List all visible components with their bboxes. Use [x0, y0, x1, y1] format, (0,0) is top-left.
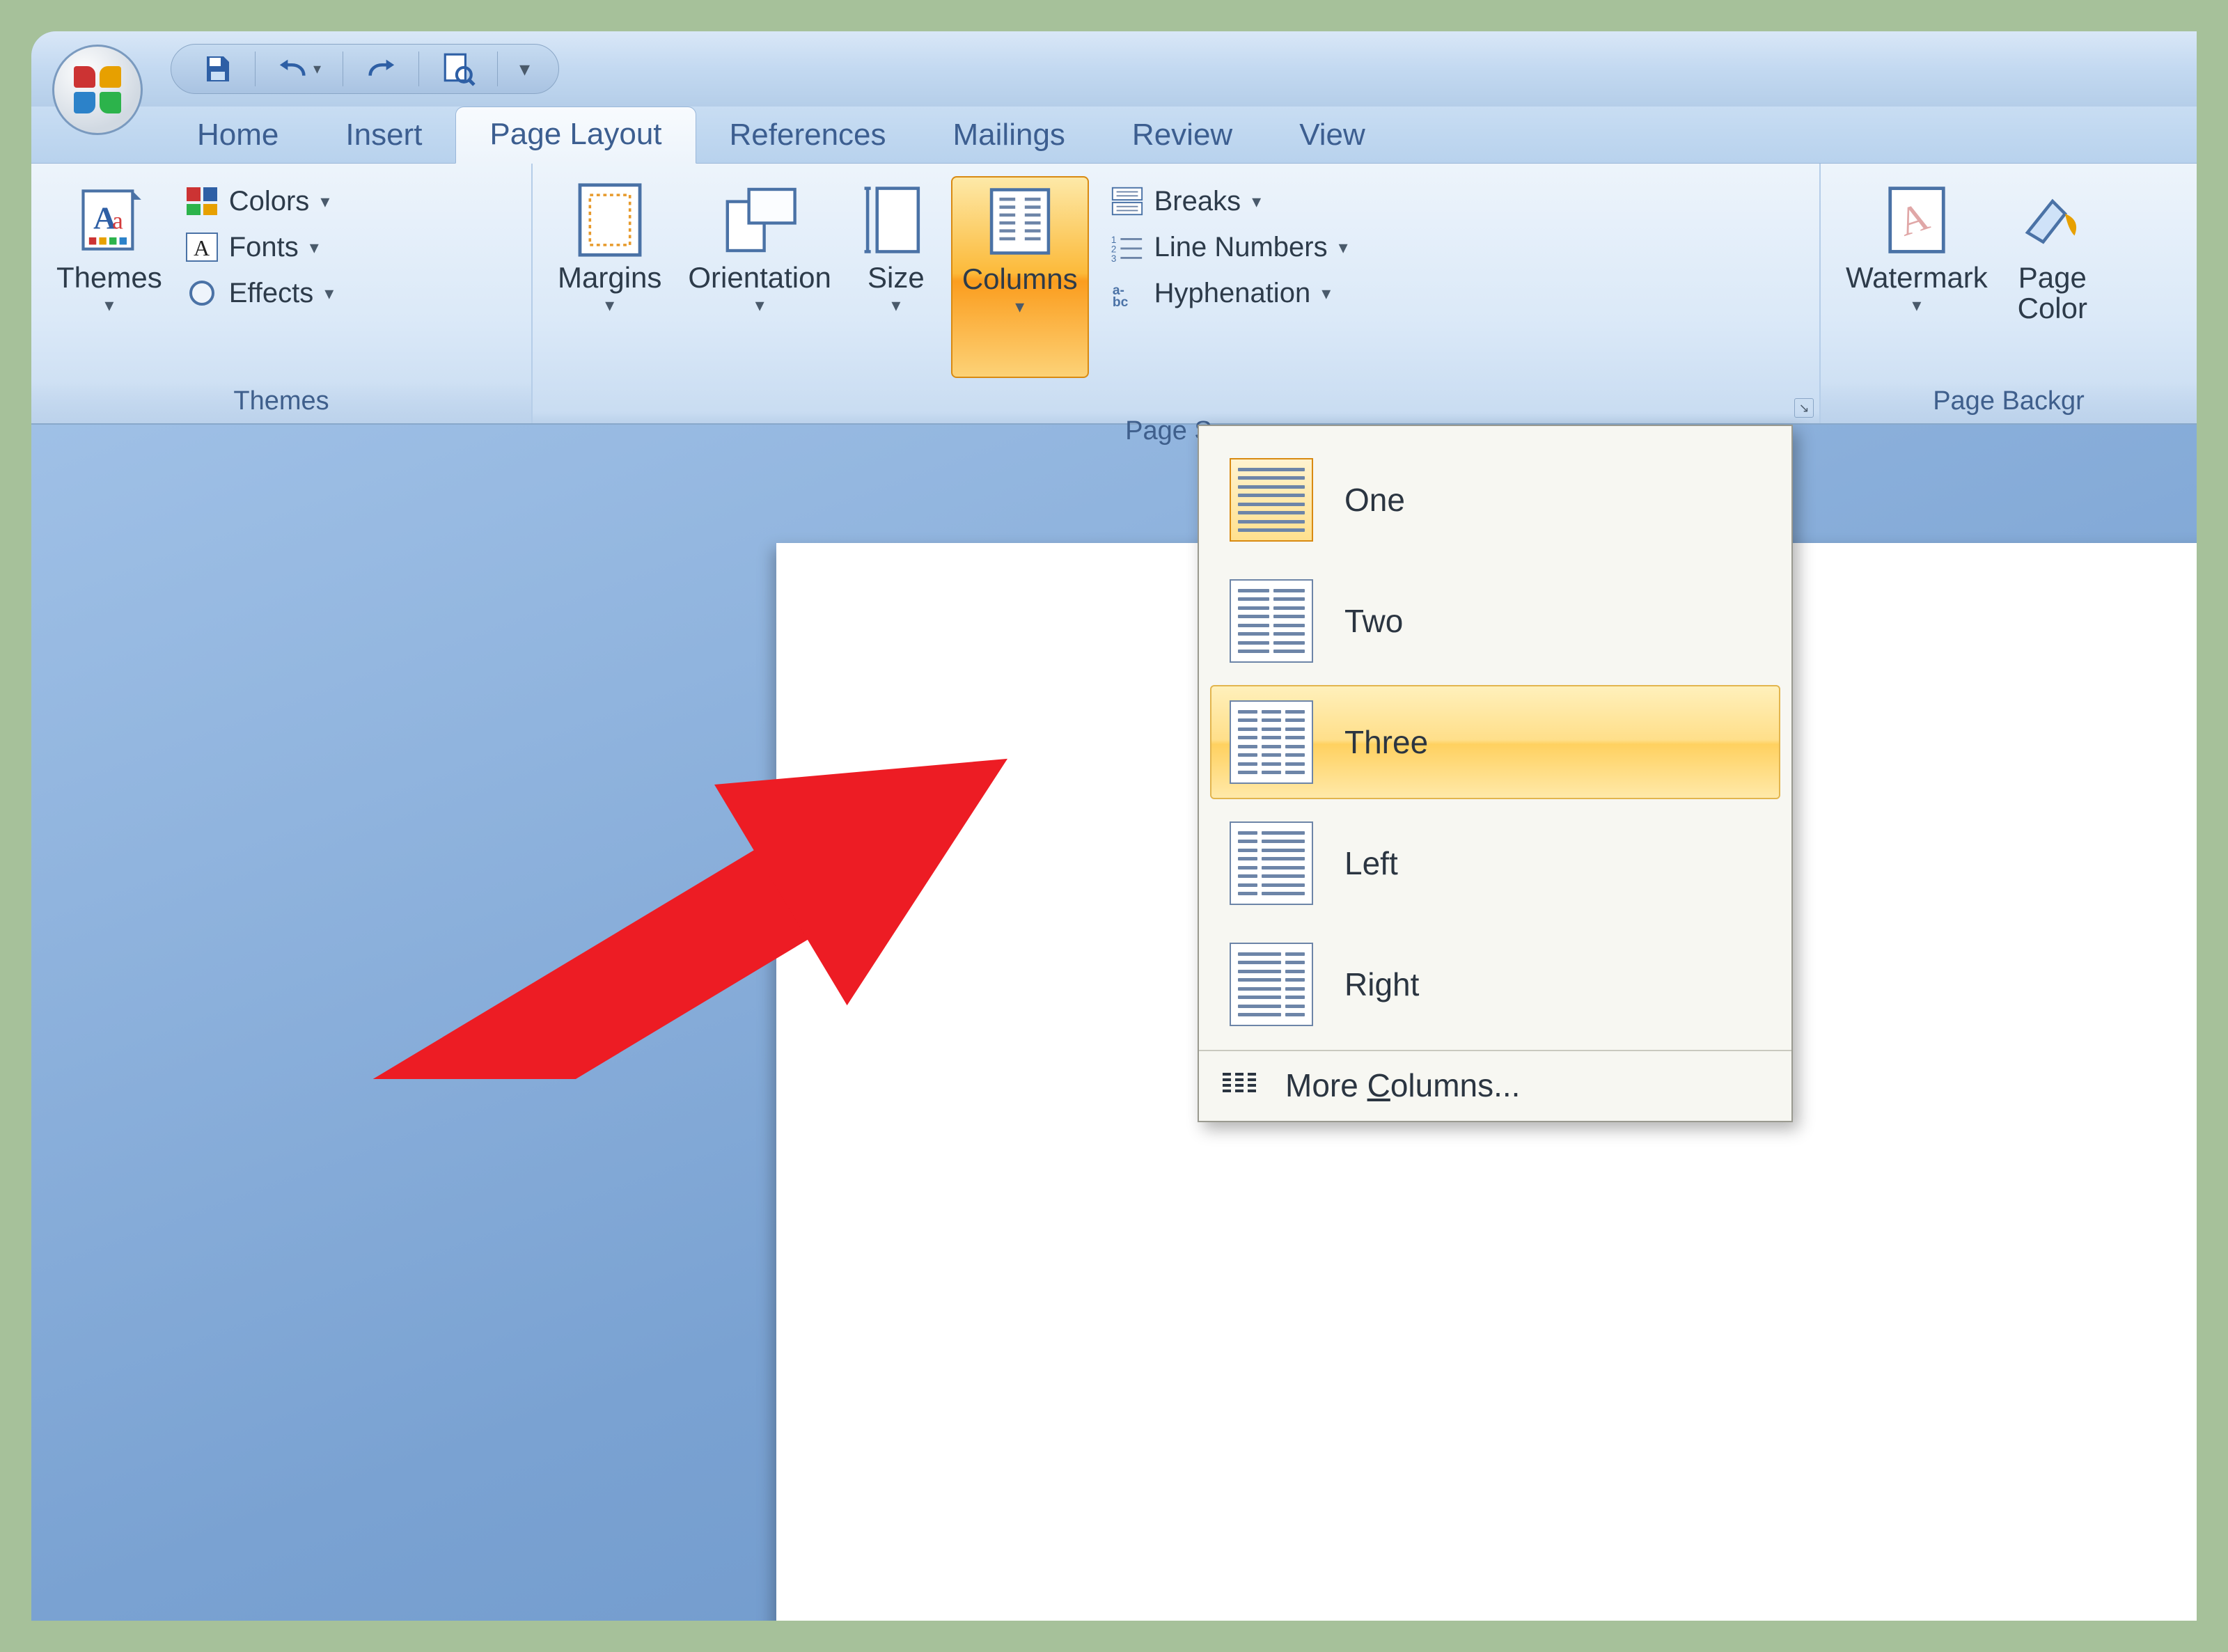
page-setup-dialog-launcher[interactable]: ↘	[1794, 398, 1814, 418]
ribbon: Aa Themes ▾ Colors ▾ A	[31, 164, 2197, 425]
fonts-label: Fonts	[229, 232, 299, 263]
columns-label: Columns	[962, 264, 1078, 294]
watermark-icon: A	[1878, 182, 1955, 258]
columns-option-right[interactable]: Right	[1210, 927, 1780, 1041]
chevron-down-icon: ▾	[519, 57, 530, 81]
themes-label: Themes	[56, 262, 162, 293]
colors-icon	[183, 184, 221, 218]
breaks-icon	[1108, 184, 1146, 218]
redo-button[interactable]	[361, 54, 401, 84]
columns-option-two[interactable]: Two	[1210, 564, 1780, 678]
svg-text:a: a	[112, 207, 123, 235]
group-page-background-label: Page Backgr	[1821, 382, 2197, 423]
chevron-down-icon: ▾	[313, 60, 321, 78]
annotation-arrow	[94, 453, 1278, 1079]
tab-page-layout[interactable]: Page Layout	[455, 107, 696, 164]
columns-option-one[interactable]: One	[1210, 443, 1780, 557]
more-columns-button[interactable]: More Columns...	[1199, 1051, 1791, 1121]
columns-icon	[982, 183, 1058, 260]
columns-button[interactable]: Columns ▾	[951, 176, 1089, 378]
chevron-down-icon: ▾	[891, 294, 900, 316]
size-icon	[858, 182, 934, 258]
tab-insert[interactable]: Insert	[312, 108, 455, 164]
effects-label: Effects	[229, 278, 314, 309]
fonts-icon: A	[183, 230, 221, 264]
line-numbers-button[interactable]: 123 Line Numbers ▾	[1104, 226, 1358, 268]
chevron-down-icon: ▾	[605, 294, 614, 316]
theme-colors-button[interactable]: Colors ▾	[179, 180, 344, 222]
theme-effects-button[interactable]: Effects ▾	[179, 272, 344, 314]
columns-left-label: Left	[1344, 844, 1398, 882]
title-bar: ▾ ▾	[31, 31, 2197, 107]
chevron-down-icon: ▾	[310, 237, 319, 258]
orientation-label: Orientation	[688, 262, 831, 293]
margins-button[interactable]: Margins ▾	[548, 176, 671, 378]
watermark-label: Watermark	[1846, 262, 1988, 293]
line-numbers-label: Line Numbers	[1154, 232, 1328, 263]
themes-button[interactable]: Aa Themes ▾	[47, 176, 172, 378]
columns-dropdown: One Two Thr	[1198, 425, 1793, 1122]
size-button[interactable]: Size ▾	[848, 176, 944, 378]
tab-review[interactable]: Review	[1099, 108, 1266, 164]
size-label: Size	[868, 262, 925, 293]
print-preview-icon	[441, 52, 476, 86]
columns-right-label: Right	[1344, 966, 1419, 1003]
margins-label: Margins	[558, 262, 661, 293]
hyphenation-button[interactable]: a-bc Hyphenation ▾	[1104, 272, 1358, 314]
columns-three-label: Three	[1344, 723, 1428, 761]
chevron-down-icon: ▾	[1252, 191, 1261, 212]
page-color-icon	[2014, 182, 2091, 258]
svg-text:A: A	[194, 235, 210, 260]
save-icon	[200, 52, 233, 86]
theme-fonts-button[interactable]: A Fonts ▾	[179, 226, 344, 268]
redo-icon	[365, 56, 397, 81]
chevron-down-icon: ▾	[320, 191, 329, 212]
breaks-button[interactable]: Breaks ▾	[1104, 180, 1358, 222]
hyphenation-label: Hyphenation	[1154, 278, 1311, 309]
tab-view[interactable]: View	[1266, 108, 1399, 164]
columns-option-three[interactable]: Three	[1210, 685, 1780, 799]
colors-label: Colors	[229, 186, 310, 217]
page-color-button[interactable]: Page Color	[2005, 176, 2101, 378]
line-numbers-icon: 123	[1108, 230, 1146, 264]
ribbon-tabstrip: Home Insert Page Layout References Maili…	[31, 107, 2197, 164]
group-page-setup-label: Page Se ↘	[533, 412, 1819, 423]
more-columns-label: More Columns...	[1285, 1067, 1520, 1104]
chevron-down-icon: ▾	[1321, 283, 1331, 304]
svg-text:3: 3	[1111, 253, 1116, 262]
margins-icon	[572, 182, 648, 258]
undo-icon	[277, 56, 309, 81]
effects-icon	[183, 276, 221, 310]
themes-icon: Aa	[71, 182, 148, 258]
office-button[interactable]	[52, 45, 143, 135]
columns-one-label: One	[1344, 481, 1405, 519]
tab-references[interactable]: References	[696, 108, 920, 164]
watermark-button[interactable]: A Watermark ▾	[1836, 176, 1998, 378]
qat-customize-button[interactable]: ▾	[515, 54, 534, 84]
chevron-down-icon: ▾	[324, 283, 334, 304]
columns-option-left[interactable]: Left	[1210, 806, 1780, 920]
save-button[interactable]	[196, 49, 237, 88]
chevron-down-icon: ▾	[1339, 237, 1348, 258]
hyphenation-icon: a-bc	[1108, 276, 1146, 310]
tab-mailings[interactable]: Mailings	[920, 108, 1099, 164]
chevron-down-icon: ▾	[755, 294, 764, 316]
tab-home[interactable]: Home	[164, 108, 312, 164]
breaks-label: Breaks	[1154, 186, 1241, 217]
orientation-icon	[721, 182, 798, 258]
svg-text:bc: bc	[1112, 295, 1128, 308]
orientation-button[interactable]: Orientation ▾	[678, 176, 840, 378]
columns-two-label: Two	[1344, 602, 1403, 640]
chevron-down-icon: ▾	[1912, 294, 1921, 316]
undo-button[interactable]: ▾	[273, 54, 325, 84]
quick-access-toolbar: ▾ ▾	[171, 44, 559, 94]
print-preview-button[interactable]	[437, 49, 480, 89]
chevron-down-icon: ▾	[1015, 296, 1024, 317]
group-themes-label: Themes	[31, 382, 531, 423]
chevron-down-icon: ▾	[104, 294, 113, 316]
page-color-label: Page Color	[2018, 262, 2087, 324]
